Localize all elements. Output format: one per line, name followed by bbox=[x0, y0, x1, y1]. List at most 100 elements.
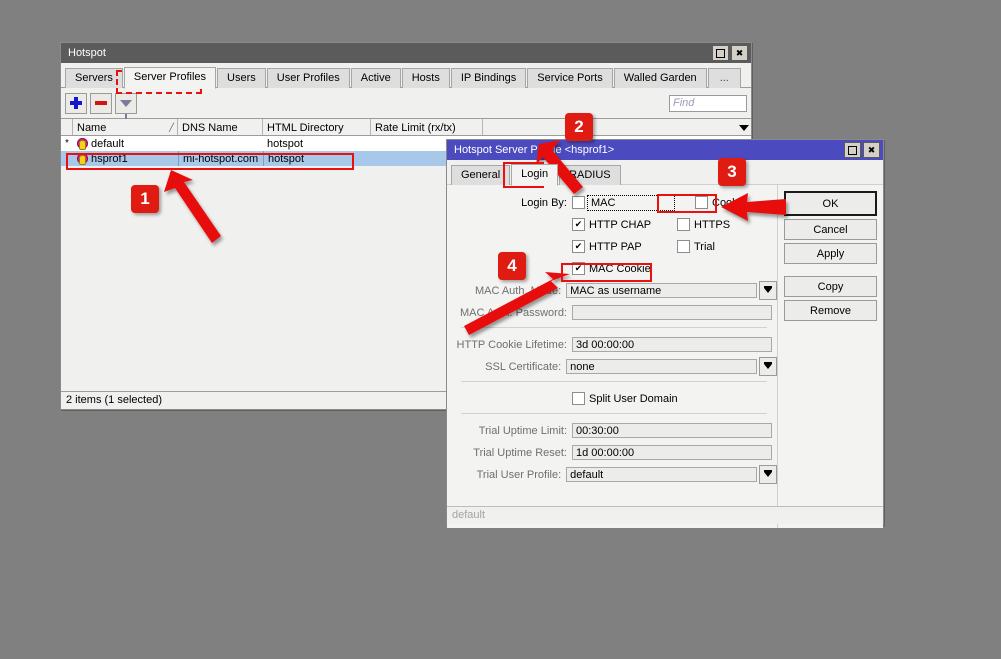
trial-uptime-reset-input[interactable]: 1d 00:00:00 bbox=[572, 445, 772, 460]
mac-cookie-row: MAC Cookie bbox=[447, 259, 777, 278]
mac-auth-mode-label: MAC Auth. Mode: bbox=[447, 285, 566, 297]
annotation-badge-1: 1 bbox=[131, 185, 159, 213]
column-chooser[interactable] bbox=[483, 119, 751, 135]
https-label: HTTPS bbox=[694, 219, 730, 231]
mac-cookie-checkbox[interactable] bbox=[572, 262, 585, 275]
mac-auth-mode-input[interactable]: MAC as username bbox=[566, 283, 757, 298]
tab-walled-garden[interactable]: Walled Garden bbox=[614, 68, 707, 88]
hotspot-toolbar[interactable]: Find bbox=[61, 88, 751, 118]
cancel-button[interactable]: Cancel bbox=[784, 219, 877, 240]
plus-icon bbox=[70, 97, 82, 109]
tab-radius[interactable]: RADIUS bbox=[559, 165, 621, 185]
hotspot-tab-bar[interactable]: Servers Server Profiles Users User Profi… bbox=[61, 63, 751, 88]
split-user-domain-checkbox[interactable] bbox=[572, 392, 585, 405]
login-by-row: Login By: MAC Cookie bbox=[447, 193, 777, 212]
cookie-checkbox[interactable] bbox=[695, 196, 708, 209]
add-button[interactable] bbox=[65, 93, 87, 114]
http-chap-label: HTTP CHAP bbox=[589, 219, 677, 231]
column-header-rate-limit[interactable]: Rate Limit (rx/tx) bbox=[371, 119, 483, 135]
http-pap-checkbox[interactable] bbox=[572, 240, 585, 253]
trial-label: Trial bbox=[694, 241, 715, 253]
http-cookie-lifetime-row: HTTP Cookie Lifetime: 3d 00:00:00 bbox=[447, 335, 777, 354]
remove-button[interactable]: Remove bbox=[784, 300, 877, 321]
cell-name[interactable]: default bbox=[73, 136, 178, 151]
chevron-down-icon bbox=[764, 472, 772, 477]
tab-active[interactable]: Active bbox=[351, 68, 401, 88]
tab-users[interactable]: Users bbox=[217, 68, 266, 88]
ssl-certificate-row: SSL Certificate: none bbox=[447, 357, 777, 376]
hotspot-window-controls[interactable]: ✖ bbox=[712, 45, 748, 61]
mac-checkbox[interactable] bbox=[572, 196, 585, 209]
mac-auth-password-row: MAC Auth. Password: bbox=[447, 303, 777, 322]
tab-general[interactable]: General bbox=[451, 165, 510, 185]
trial-uptime-limit-input[interactable]: 00:30:00 bbox=[572, 423, 772, 438]
dialog-tab-bar[interactable]: General Login RADIUS bbox=[447, 160, 883, 184]
maximize-icon[interactable] bbox=[844, 142, 861, 158]
column-header-html-directory[interactable]: HTML Directory bbox=[263, 119, 371, 135]
mac-auth-password-input[interactable] bbox=[572, 305, 772, 320]
column-header-name[interactable]: Name ╱ bbox=[73, 119, 178, 135]
filter-button[interactable] bbox=[115, 93, 137, 114]
login-by-label: Login By: bbox=[447, 197, 572, 209]
close-icon[interactable]: ✖ bbox=[731, 45, 748, 61]
http-chap-row: HTTP CHAP HTTPS bbox=[447, 215, 777, 234]
tab-user-profiles[interactable]: User Profiles bbox=[267, 68, 350, 88]
ok-button[interactable]: OK bbox=[784, 191, 877, 216]
hotspot-window-titlebar[interactable]: Hotspot ✖ bbox=[61, 43, 751, 63]
dialog-titlebar[interactable]: Hotspot Server Profile <hsprof1> ✖ bbox=[447, 140, 883, 160]
maximize-icon[interactable] bbox=[712, 45, 729, 61]
cell-dns-name[interactable] bbox=[178, 136, 263, 151]
minus-icon bbox=[95, 101, 107, 105]
cell-dns-name[interactable]: mi-hotspot.com bbox=[178, 151, 263, 166]
cell-html-directory[interactable]: hotspot bbox=[263, 136, 371, 151]
tab-server-profiles[interactable]: Server Profiles bbox=[124, 67, 216, 89]
login-form: Login By: MAC Cookie HTTP CHAP HTTPS HTT… bbox=[447, 185, 777, 528]
cookie-checkbox-label: Cookie bbox=[712, 197, 746, 209]
remove-button[interactable] bbox=[90, 93, 112, 114]
apply-button[interactable]: Apply bbox=[784, 243, 877, 264]
trial-uptime-reset-row: Trial Uptime Reset: 1d 00:00:00 bbox=[447, 443, 777, 462]
trial-uptime-reset-label: Trial Uptime Reset: bbox=[447, 447, 572, 459]
trial-user-profile-label: Trial User Profile: bbox=[447, 469, 566, 481]
hotspot-window-title: Hotspot bbox=[68, 47, 712, 59]
https-checkbox[interactable] bbox=[677, 218, 690, 231]
tab-more[interactable]: ... bbox=[708, 68, 741, 88]
annotation-badge-4: 4 bbox=[498, 252, 526, 280]
hotspot-profile-icon bbox=[77, 138, 88, 149]
copy-button[interactable]: Copy bbox=[784, 276, 877, 297]
cell-html-directory[interactable]: hotspot bbox=[263, 151, 371, 166]
dialog-window-controls[interactable]: ✖ bbox=[844, 142, 880, 158]
close-icon[interactable]: ✖ bbox=[863, 142, 880, 158]
cell-name[interactable]: hsprof1 bbox=[73, 151, 178, 166]
http-chap-checkbox[interactable] bbox=[572, 218, 585, 231]
mac-auth-mode-dropdown-button[interactable] bbox=[759, 281, 777, 300]
tab-login[interactable]: Login bbox=[511, 164, 558, 186]
ssl-certificate-dropdown-button[interactable] bbox=[759, 357, 777, 376]
http-cookie-lifetime-input[interactable]: 3d 00:00:00 bbox=[572, 337, 772, 352]
trial-user-profile-input[interactable]: default bbox=[566, 467, 757, 482]
sort-ascending-icon: ╱ bbox=[169, 123, 174, 132]
dialog-body: Login By: MAC Cookie HTTP CHAP HTTPS HTT… bbox=[447, 184, 883, 528]
tab-servers[interactable]: Servers bbox=[65, 68, 123, 88]
trial-checkbox[interactable] bbox=[677, 240, 690, 253]
split-user-domain-label: Split User Domain bbox=[589, 393, 678, 405]
row-flag bbox=[61, 151, 73, 166]
trial-uptime-limit-row: Trial Uptime Limit: 00:30:00 bbox=[447, 421, 777, 440]
chevron-down-icon bbox=[764, 288, 772, 293]
column-header-dns-name[interactable]: DNS Name bbox=[178, 119, 263, 135]
split-user-domain-row: Split User Domain bbox=[447, 389, 777, 408]
tab-service-ports[interactable]: Service Ports bbox=[527, 68, 612, 88]
row-flag: * bbox=[61, 136, 73, 151]
mac-cookie-label: MAC Cookie bbox=[589, 263, 651, 275]
divider bbox=[461, 413, 767, 414]
trial-user-profile-dropdown-button[interactable] bbox=[759, 465, 777, 484]
mac-auth-password-label: MAC Auth. Password: bbox=[447, 307, 572, 319]
tab-hosts[interactable]: Hosts bbox=[402, 68, 450, 88]
ssl-certificate-input[interactable]: none bbox=[566, 359, 757, 374]
http-pap-label: HTTP PAP bbox=[589, 241, 677, 253]
find-input[interactable]: Find bbox=[669, 95, 747, 112]
table-header-row[interactable]: Name ╱ DNS Name HTML Directory Rate Limi… bbox=[61, 119, 751, 136]
dialog-button-column: OK Cancel Apply Copy Remove bbox=[777, 185, 883, 528]
hotspot-server-profile-dialog[interactable]: Hotspot Server Profile <hsprof1> ✖ Gener… bbox=[446, 139, 884, 525]
tab-ip-bindings[interactable]: IP Bindings bbox=[451, 68, 526, 88]
